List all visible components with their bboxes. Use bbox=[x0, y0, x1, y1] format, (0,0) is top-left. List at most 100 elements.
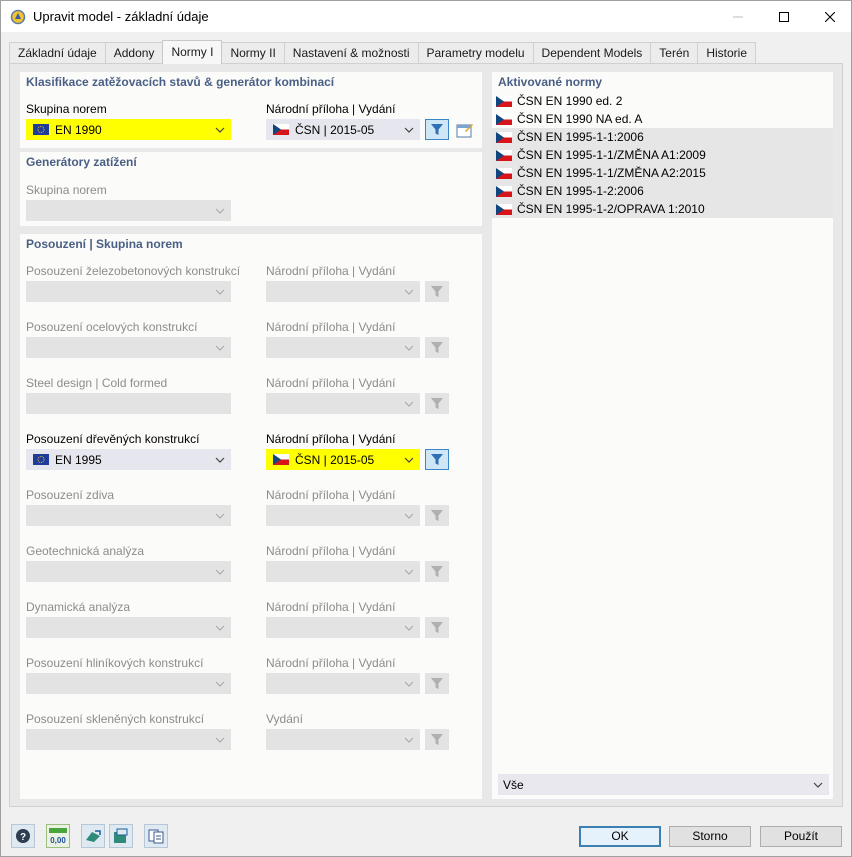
design-row-annex-label: Národní příloha | Vydání bbox=[266, 320, 396, 334]
minimize-button[interactable] bbox=[715, 1, 761, 32]
filter-button[interactable] bbox=[425, 673, 449, 694]
filter-icon bbox=[431, 566, 443, 577]
filter-icon bbox=[431, 124, 443, 135]
design-row-input[interactable] bbox=[26, 393, 231, 414]
copy-icon bbox=[148, 829, 164, 844]
chevron-down-icon bbox=[215, 289, 225, 295]
timber-annex-label: Národní příloha | Vydání bbox=[266, 432, 396, 446]
timber-design-value: EN 1995 bbox=[55, 453, 102, 467]
standard-name: ČSN EN 1995-1-2:2006 bbox=[517, 184, 644, 198]
edit-standard-icon bbox=[456, 123, 473, 137]
list-item[interactable]: ČSN EN 1995-1-2:2006 bbox=[492, 182, 833, 200]
save-model-button[interactable] bbox=[109, 824, 133, 848]
standard-group-value: EN 1990 bbox=[55, 123, 102, 137]
standard-group-select[interactable]: EN 1990 bbox=[26, 119, 231, 140]
design-row-select[interactable] bbox=[26, 617, 231, 638]
cancel-button[interactable]: Storno bbox=[669, 826, 751, 847]
czech-flag-icon bbox=[496, 203, 512, 215]
chevron-down-icon bbox=[404, 681, 414, 687]
tab-basic-data[interactable]: Základní údaje bbox=[9, 42, 106, 64]
tab-dependent-models[interactable]: Dependent Models bbox=[532, 42, 652, 64]
design-row-annex-select[interactable] bbox=[266, 505, 420, 526]
chevron-down-icon bbox=[404, 737, 414, 743]
chevron-down-icon bbox=[404, 127, 414, 133]
list-item[interactable]: ČSN EN 1990 NA ed. A bbox=[492, 110, 833, 128]
filter-button[interactable] bbox=[425, 617, 449, 638]
decimals-icon: 0,00 bbox=[49, 828, 67, 845]
load-model-button[interactable] bbox=[81, 824, 105, 848]
tab-history[interactable]: Historie bbox=[697, 42, 756, 64]
tab-model-parameters[interactable]: Parametry modelu bbox=[417, 42, 534, 64]
timber-design-select[interactable]: EN 1995 bbox=[26, 449, 231, 470]
help-button[interactable]: ? bbox=[11, 824, 35, 848]
standards-filter-select[interactable]: Vše bbox=[498, 774, 829, 795]
design-row-annex-label: Národní příloha | Vydání bbox=[266, 376, 396, 390]
design-row-select[interactable] bbox=[26, 337, 231, 358]
design-row-select[interactable] bbox=[26, 505, 231, 526]
design-row-label: Dynamická analýza bbox=[26, 600, 131, 614]
copy-model-button[interactable] bbox=[144, 824, 168, 848]
generators-group-select[interactable] bbox=[26, 200, 231, 221]
design-row-select[interactable] bbox=[26, 561, 231, 582]
list-item[interactable]: ČSN EN 1995-1-1:2006 bbox=[492, 128, 833, 146]
filter-button[interactable] bbox=[425, 729, 449, 750]
list-item[interactable]: ČSN EN 1990 ed. 2 bbox=[492, 92, 833, 110]
filter-button[interactable] bbox=[425, 393, 449, 414]
filter-button[interactable] bbox=[425, 505, 449, 526]
filter-button[interactable] bbox=[425, 337, 449, 358]
list-item[interactable]: ČSN EN 1995-1-2/OPRAVA 1:2010 bbox=[492, 200, 833, 218]
filter-icon bbox=[431, 510, 443, 521]
save-model-icon bbox=[114, 828, 128, 843]
tab-addons[interactable]: Addony bbox=[104, 42, 164, 64]
filter-icon bbox=[431, 286, 443, 297]
tab-content: Klasifikace zatěžovacích stavů & generát… bbox=[9, 63, 843, 807]
tab-standards-1[interactable]: Normy I bbox=[162, 40, 223, 64]
design-row-label: Posouzení skleněných konstrukcí bbox=[26, 712, 205, 726]
national-annex-select[interactable]: ČSN | 2015-05 bbox=[266, 119, 420, 140]
chevron-down-icon bbox=[404, 401, 414, 407]
eu-flag-icon bbox=[33, 124, 49, 135]
decimals-button[interactable]: 0,00 bbox=[46, 824, 70, 848]
design-row-annex-select[interactable] bbox=[266, 281, 420, 302]
standard-name: ČSN EN 1995-1-1:2006 bbox=[517, 130, 644, 144]
filter-icon bbox=[431, 734, 443, 745]
design-row-select[interactable] bbox=[26, 673, 231, 694]
timber-annex-select[interactable]: ČSN | 2015-05 bbox=[266, 449, 420, 470]
design-row-annex-select[interactable] bbox=[266, 337, 420, 358]
close-button[interactable] bbox=[807, 1, 852, 32]
tab-settings-options[interactable]: Nastavení & možnosti bbox=[283, 42, 419, 64]
edit-standard-button[interactable] bbox=[453, 119, 477, 140]
apply-button[interactable]: Použít bbox=[760, 826, 842, 847]
maximize-button[interactable] bbox=[761, 1, 807, 32]
design-row-label: Posouzení hliníkových konstrukcí bbox=[26, 656, 204, 670]
standards-filter-value: Vše bbox=[503, 778, 524, 792]
filter-button[interactable] bbox=[425, 561, 449, 582]
app-icon bbox=[10, 9, 26, 25]
minimize-icon bbox=[733, 16, 743, 17]
design-row-select[interactable] bbox=[26, 281, 231, 302]
design-row-annex-select[interactable] bbox=[266, 729, 420, 750]
design-row-annex-select[interactable] bbox=[266, 393, 420, 414]
close-icon bbox=[825, 11, 835, 22]
filter-button[interactable] bbox=[425, 281, 449, 302]
list-item[interactable]: ČSN EN 1995-1-1/ZMĚNA A1:2009 bbox=[492, 146, 833, 164]
design-row-annex-select[interactable] bbox=[266, 673, 420, 694]
filter-button[interactable] bbox=[425, 119, 449, 140]
design-row-annex-select[interactable] bbox=[266, 617, 420, 638]
standard-group-label: Skupina norem bbox=[26, 102, 107, 116]
tab-terrain[interactable]: Terén bbox=[650, 42, 699, 64]
filter-button[interactable] bbox=[425, 449, 449, 470]
tab-standards-2[interactable]: Normy II bbox=[221, 42, 285, 64]
design-row-annex-select[interactable] bbox=[266, 561, 420, 582]
chevron-down-icon bbox=[215, 345, 225, 351]
list-item[interactable]: ČSN EN 1995-1-1/ZMĚNA A2:2015 bbox=[492, 164, 833, 182]
national-annex-label: Národní příloha | Vydání bbox=[266, 102, 396, 116]
ok-button[interactable]: OK bbox=[579, 826, 661, 847]
generators-group-label: Skupina norem bbox=[26, 183, 107, 197]
design-row-annex-label: Národní příloha | Vydání bbox=[266, 544, 396, 558]
chevron-down-icon bbox=[404, 345, 414, 351]
design-row-annex-label: Národní příloha | Vydání bbox=[266, 264, 396, 278]
chevron-down-icon bbox=[404, 289, 414, 295]
design-row-select[interactable] bbox=[26, 729, 231, 750]
svg-text:0,00: 0,00 bbox=[50, 836, 66, 845]
